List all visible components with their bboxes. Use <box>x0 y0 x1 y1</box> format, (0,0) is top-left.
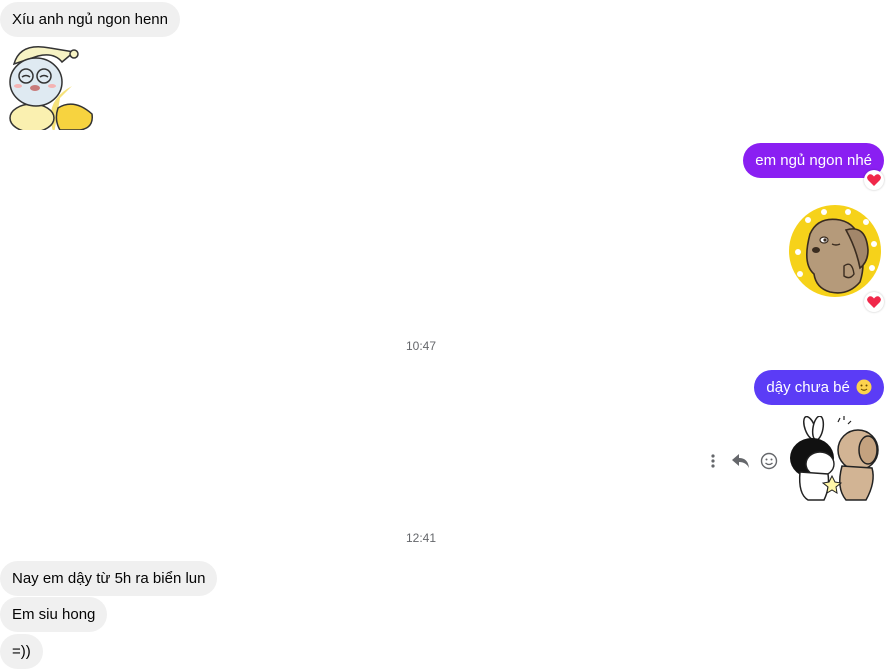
timestamp: 12:41 <box>405 531 437 545</box>
red-heart-icon[interactable] <box>864 170 884 190</box>
slightly-smiling-face-icon <box>856 373 872 408</box>
bunny-dog-sticker[interactable] <box>786 416 886 504</box>
message-text: =)) <box>12 643 31 660</box>
message-text: Em siu hong <box>12 606 96 623</box>
react-smiley-icon[interactable] <box>755 447 783 475</box>
outgoing-message[interactable]: dậy chưa bé <box>754 370 884 405</box>
timestamp: 10:47 <box>405 339 437 353</box>
reply-icon[interactable] <box>727 447 755 475</box>
message-text: dậy chưa bé <box>766 379 850 396</box>
dog-sticker[interactable] <box>788 204 883 298</box>
outgoing-message[interactable]: em ngủ ngon nhé <box>743 143 884 178</box>
incoming-message[interactable]: Nay em dậy từ 5h ra biển lun <box>0 561 218 596</box>
message-text: Xíu anh ngủ ngon henn <box>12 11 168 28</box>
incoming-message[interactable]: Em siu hong <box>0 597 108 632</box>
red-heart-icon[interactable] <box>864 292 884 312</box>
incoming-message[interactable]: Xíu anh ngủ ngon henn <box>0 2 180 37</box>
message-text: Nay em dậy từ 5h ra biển lun <box>12 570 206 587</box>
more-options-icon[interactable] <box>699 447 727 475</box>
message-text: em ngủ ngon nhé <box>755 152 872 169</box>
message-actions <box>699 447 783 475</box>
sleepy-bear-sticker[interactable] <box>2 42 94 130</box>
incoming-message[interactable]: =)) <box>0 634 43 669</box>
